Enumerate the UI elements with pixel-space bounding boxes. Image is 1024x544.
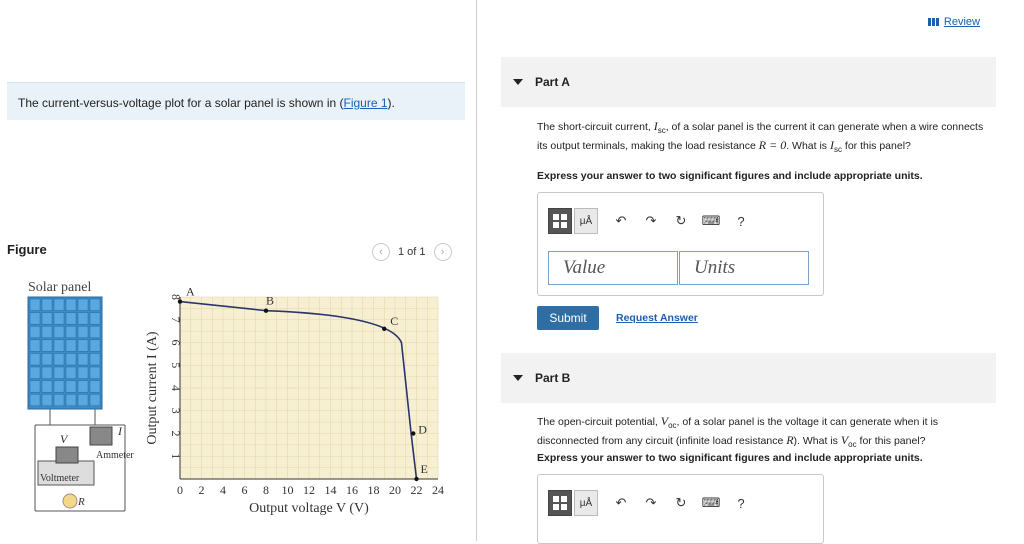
review-link[interactable]: Review [927,16,980,28]
reset-icon[interactable]: ↻ [666,495,696,511]
reset-icon[interactable]: ↻ [666,213,696,229]
point-label: B [266,294,274,308]
intro-box: The current-versus-voltage plot for a so… [7,82,465,120]
collapse-arrow-icon [513,375,523,381]
help-button[interactable]: ? [726,496,756,511]
undo-icon[interactable]: ↶ [606,495,636,511]
y-tick-label: 5 [169,362,183,368]
redo-icon[interactable]: ↷ [636,495,666,511]
iv-chart: 0 2 4 6 8 10 12 14 16 18 20 22 2412345678 ABCDEOutput… [145,285,444,516]
point-label: C [390,314,398,328]
part-b-header[interactable]: Part B [501,353,996,403]
collapse-arrow-icon [513,79,523,85]
y-tick-label: 7 [169,317,183,323]
template-button[interactable] [548,208,572,234]
ammeter-label: Ammeter [96,450,134,461]
label-r: R [77,496,85,508]
y-axis-label: Output current I (A) [145,331,160,444]
label-i: I [117,424,123,438]
x-tick-label: 0 [177,483,183,497]
part-a-toolbar: μÅ ↶ ↷ ↻ ⌨ ? [548,208,756,234]
review-icon [927,18,940,26]
part-b-title: Part B [535,371,571,385]
point-label: A [186,285,195,299]
x-tick-label: 18 [368,483,380,497]
keyboard-icon[interactable]: ⌨ [696,495,726,511]
point-marker [414,476,419,482]
review-text: Review [943,16,980,28]
point-marker [177,299,183,304]
y-tick-label: 6 [169,340,183,346]
part-b-answer-box: μÅ ↶ ↷ ↻ ⌨ ? [537,474,824,544]
undo-icon[interactable]: ↶ [606,213,636,229]
units-input[interactable]: Units [679,251,809,285]
x-axis-label: Output voltage V (V) [249,501,369,516]
voltmeter-icon [55,446,79,464]
point-label: D [418,423,427,437]
y-tick-label: 4 [169,385,183,391]
y-tick-label: 2 [169,431,183,437]
keyboard-icon[interactable]: ⌨ [696,213,726,229]
voltmeter-label: Voltmeter [40,473,80,484]
x-tick-label: 10 [282,483,294,497]
submit-button[interactable]: Submit [537,306,599,330]
intro-text: The current-versus-voltage plot for a so… [18,96,344,110]
request-answer-link[interactable]: Request Answer [616,312,698,324]
left-pane: The current-versus-voltage plot for a so… [0,0,476,541]
units-button[interactable]: μÅ [574,208,598,234]
units-button[interactable]: μÅ [574,490,598,516]
x-tick-label: 22 [411,483,423,497]
point-marker [263,308,269,313]
part-a-question: The short-circuit current, Isc, of a sol… [537,119,984,155]
help-button[interactable]: ? [726,214,756,229]
prev-figure-button[interactable]: ‹ [372,243,390,261]
x-tick-label: 20 [389,483,401,497]
pager-text: 1 of 1 [398,246,426,258]
part-a-header[interactable]: Part A [501,57,996,107]
ammeter-icon [89,426,113,446]
x-tick-label: 6 [242,483,248,497]
x-tick-label: 14 [325,483,337,497]
template-button[interactable] [548,490,572,516]
part-b-instruction: Express your answer to two significant f… [537,452,923,464]
solar-panel-figure: Solar panel V I Ammeter Voltmeter R 0 2 … [20,275,460,537]
x-tick-label: 16 [346,483,358,497]
part-a-title: Part A [535,75,570,89]
solar-panel-graphic [27,296,103,410]
panel-title: Solar panel [28,280,91,295]
x-tick-label: 8 [263,483,269,497]
next-figure-button[interactable]: › [433,243,452,261]
right-pane: Review Part A The short-circuit current,… [477,0,1024,544]
point-label: E [421,462,428,476]
value-input[interactable]: Value [548,251,678,285]
figure-svg: Solar panel V I Ammeter Voltmeter R 0 2 … [27,280,444,516]
y-tick-label: 8 [169,294,183,300]
figure-pager: ‹ 1 of 1 › [372,243,452,261]
x-tick-label: 24 [432,483,444,497]
y-tick-label: 1 [169,453,183,459]
point-marker [382,326,387,332]
part-b-question: The open-circuit potential, Voc, of a so… [537,414,939,450]
redo-icon[interactable]: ↷ [636,213,666,229]
part-a-answer-box: μÅ ↶ ↷ ↻ ⌨ ? Value Units [537,192,824,296]
part-b-toolbar: μÅ ↶ ↷ ↻ ⌨ ? [548,490,756,516]
figure-link[interactable]: Figure 1 [343,96,387,110]
figure-label: Figure [7,242,47,257]
point-marker [411,431,416,436]
x-tick-label: 4 [220,483,226,497]
intro-end: ). [387,96,395,110]
part-a-instruction: Express your answer to two significant f… [537,170,923,182]
x-tick-label: 2 [199,483,205,497]
x-tick-label: 12 [303,483,315,497]
y-tick-label: 3 [169,408,183,414]
label-v: V [60,432,69,446]
